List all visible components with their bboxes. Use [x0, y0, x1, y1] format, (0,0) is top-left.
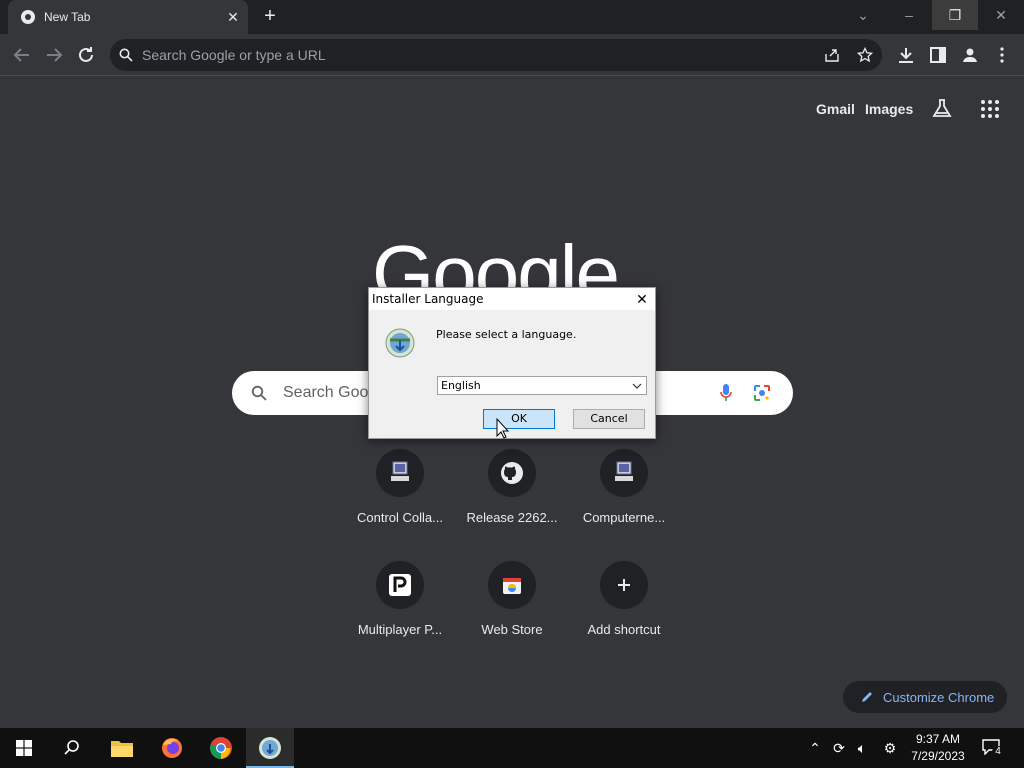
forward-icon[interactable]	[42, 43, 66, 67]
taskbar-search-button[interactable]	[48, 728, 96, 768]
folder-icon	[111, 741, 133, 757]
restore-button[interactable]: ❐	[932, 0, 978, 30]
shortcut-label: Multiplayer P...	[357, 622, 443, 637]
shortcut-icon-circle	[488, 449, 536, 497]
notification-badge: 4	[992, 746, 1004, 758]
p-logo-icon	[389, 574, 411, 596]
new-tab-button[interactable]: +	[259, 5, 281, 27]
tray-chevron-up-icon[interactable]: ⌃	[805, 738, 825, 758]
plus-icon	[618, 579, 630, 591]
tab-title: New Tab	[44, 10, 91, 24]
search-icon	[64, 740, 79, 755]
tray-settings-gear-icon[interactable]: ⚙	[880, 738, 900, 758]
shortcut-icon-circle	[600, 561, 648, 609]
search-icon	[119, 48, 133, 62]
chevron-down-icon	[632, 383, 642, 389]
installer-icon	[259, 737, 281, 759]
shortcut-label: Web Store	[481, 622, 543, 637]
clock-time: 9:37 AM	[915, 732, 961, 746]
installer-icon	[385, 328, 415, 358]
taskbar-firefox[interactable]	[148, 728, 196, 768]
lens-search-icon[interactable]	[753, 384, 771, 402]
chrome-favicon-icon	[21, 10, 35, 24]
shortcut-icon-circle	[376, 561, 424, 609]
shortcut-label: Control Colla...	[357, 510, 443, 525]
customize-chrome-label: Customize Chrome	[883, 690, 995, 705]
omnibox[interactable]: Search Google or type a URL	[110, 39, 882, 71]
dialog-message: Please select a language.	[436, 328, 577, 341]
action-center-button[interactable]: 4	[978, 736, 1006, 760]
tab-strip: New Tab ✕ + ⌄ – ❐ ✕	[0, 0, 1024, 34]
shortcut-tile[interactable]: Web Store	[456, 561, 568, 673]
start-button[interactable]	[0, 728, 48, 768]
dialog-body: Please select a language. English OK Can…	[369, 310, 655, 438]
menu-kebab-icon[interactable]	[990, 43, 1014, 67]
bookmark-star-icon[interactable]	[857, 47, 873, 63]
github-icon	[501, 462, 523, 484]
back-icon[interactable]	[10, 43, 34, 67]
shortcut-tile[interactable]: Computerne...	[568, 449, 680, 561]
reload-icon[interactable]	[74, 43, 98, 67]
language-select-value: English	[441, 379, 481, 392]
shortcut-tile[interactable]: Release 2262...	[456, 449, 568, 561]
shortcut-icon-circle	[488, 561, 536, 609]
installer-language-dialog: Installer Language ✕ Please select a lan…	[368, 287, 656, 439]
clock-date: 7/29/2023	[911, 749, 965, 763]
tab-new-tab[interactable]: New Tab ✕	[8, 0, 248, 34]
windows-logo-icon	[16, 740, 32, 756]
cancel-button[interactable]: Cancel	[573, 409, 645, 429]
omnibox-placeholder: Search Google or type a URL	[142, 47, 326, 63]
shortcut-label: Release 2262...	[466, 510, 558, 525]
taskbar-file-explorer[interactable]	[98, 728, 146, 768]
ntp-search-placeholder: Search Goog	[283, 384, 378, 401]
shortcut-tile[interactable]: Multiplayer P...	[344, 561, 456, 673]
images-link[interactable]: Images	[865, 101, 913, 117]
add-shortcut-tile[interactable]: Add shortcut	[568, 561, 680, 673]
download-icon[interactable]	[894, 43, 918, 67]
close-window-button[interactable]: ✕	[978, 0, 1024, 30]
taskbar-installer[interactable]	[246, 728, 294, 768]
apps-grid-icon[interactable]	[979, 98, 1001, 120]
taskbar-clock[interactable]: 9:37 AM 7/29/2023	[906, 731, 970, 765]
firefox-icon	[162, 738, 182, 758]
language-select[interactable]: English	[437, 376, 647, 395]
shortcut-label: Add shortcut	[587, 622, 661, 637]
profile-icon[interactable]	[958, 43, 982, 67]
tab-search-chevron-icon[interactable]: ⌄	[840, 0, 886, 30]
toolbar: Search Google or type a URL	[0, 34, 1024, 76]
shortcut-label: Computerne...	[582, 510, 666, 525]
web-store-icon	[503, 578, 521, 594]
ok-button[interactable]: OK	[483, 409, 555, 429]
monitor-icon	[391, 461, 409, 481]
pencil-icon	[862, 692, 872, 702]
customize-chrome-button[interactable]: Customize Chrome	[843, 681, 1007, 713]
side-panel-icon[interactable]	[926, 43, 950, 67]
shortcut-tile[interactable]: Control Colla...	[344, 449, 456, 561]
dialog-close-icon[interactable]: ✕	[631, 289, 653, 309]
dialog-title: Installer Language	[372, 292, 484, 306]
search-icon	[251, 385, 267, 401]
dialog-titlebar[interactable]: Installer Language ✕	[369, 288, 655, 310]
taskbar-chrome[interactable]	[197, 728, 245, 768]
minimize-button[interactable]: –	[886, 0, 932, 30]
gmail-link[interactable]: Gmail	[816, 101, 855, 117]
voice-search-icon[interactable]	[719, 383, 733, 403]
labs-flask-icon[interactable]	[931, 97, 953, 119]
monitor-icon	[615, 461, 633, 481]
mouse-pointer-icon	[496, 418, 510, 439]
tab-close-icon[interactable]: ✕	[224, 8, 242, 26]
shortcut-icon-circle	[600, 449, 648, 497]
tray-sync-icon[interactable]: ⟳	[829, 738, 849, 758]
tray-volume-icon[interactable]: 🔈︎	[852, 738, 872, 758]
taskbar: ⌃ ⟳ 🔈︎ ⚙ 9:37 AM 7/29/2023 4	[0, 728, 1024, 768]
shortcut-icon-circle	[376, 449, 424, 497]
share-icon[interactable]	[824, 47, 840, 63]
chrome-icon	[210, 737, 232, 759]
